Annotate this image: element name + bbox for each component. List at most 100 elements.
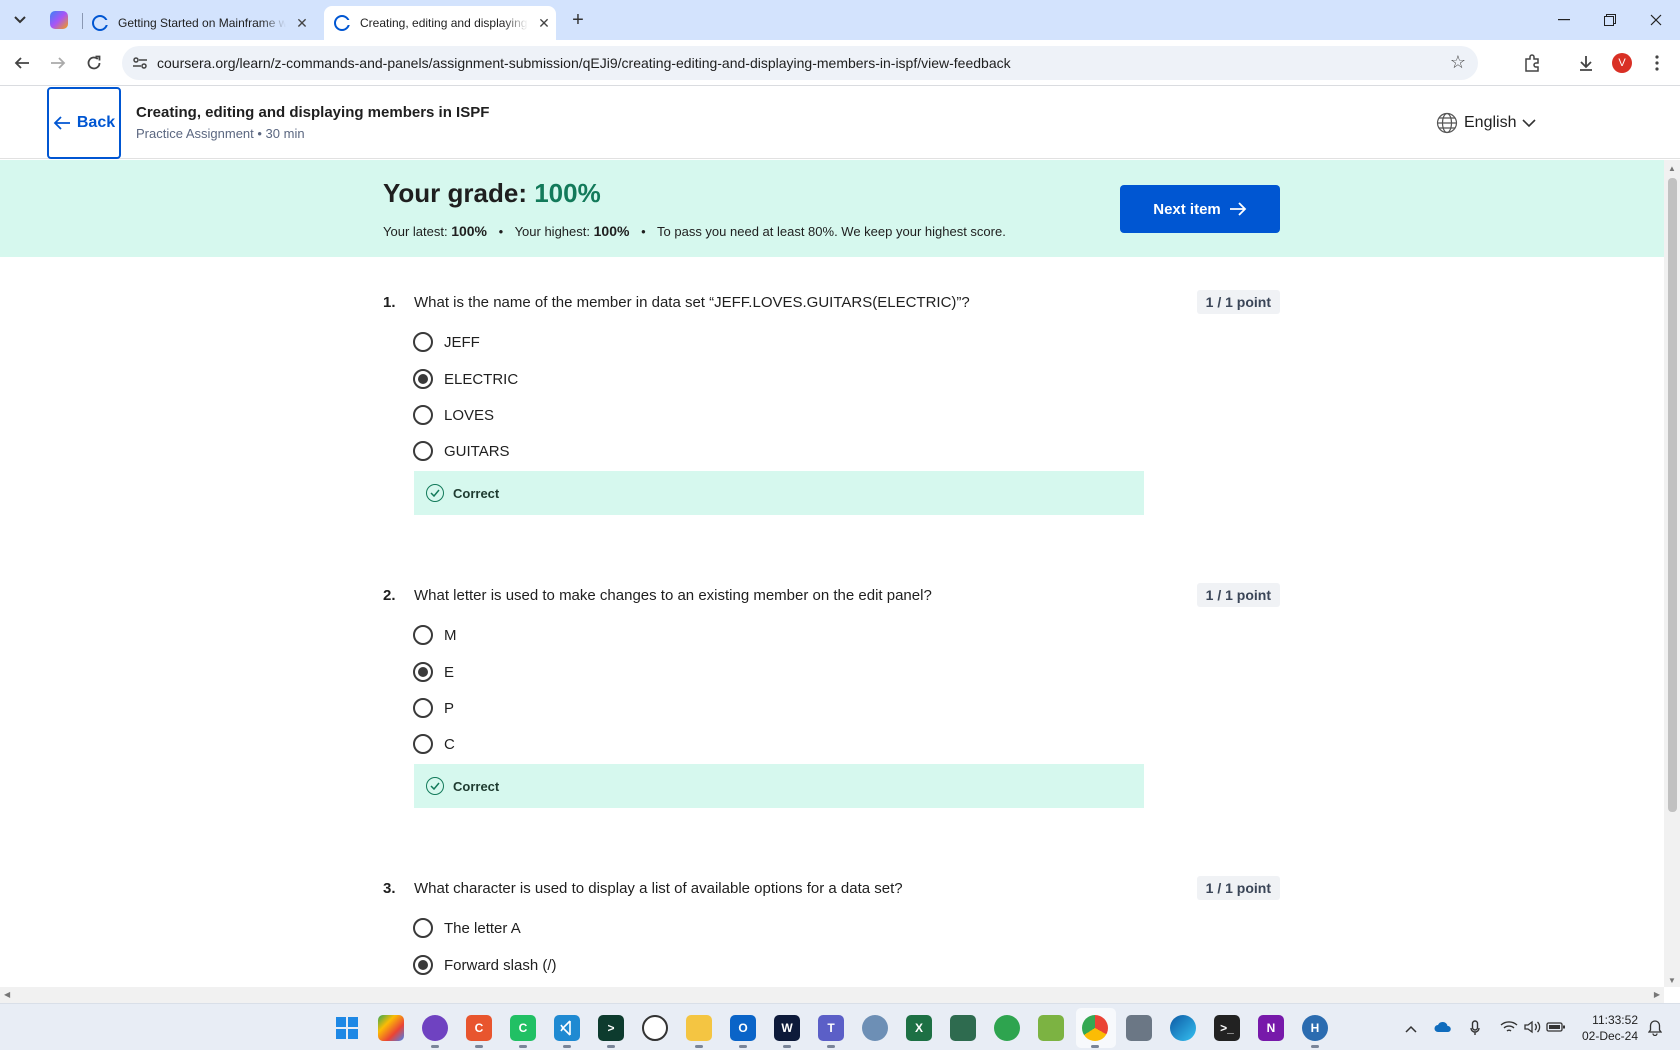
app-c-green-icon[interactable]: C xyxy=(510,1015,536,1048)
grade-details: Your latest: 100% • Your highest: 100% •… xyxy=(383,223,1006,239)
system-clock[interactable]: 11:33:52 02-Dec-24 xyxy=(1580,1012,1638,1044)
tray-chevron-up-icon[interactable] xyxy=(1405,1020,1417,1036)
radio-button-selected[interactable] xyxy=(413,662,433,682)
minimize-window-button[interactable] xyxy=(1544,6,1584,34)
radio-button[interactable] xyxy=(413,698,433,718)
reload-icon[interactable] xyxy=(82,51,106,75)
tab-close-icon[interactable]: ✕ xyxy=(294,15,310,31)
downloads-icon[interactable] xyxy=(1575,52,1597,74)
language-selector[interactable]: English xyxy=(1436,112,1537,134)
vscode-icon[interactable] xyxy=(554,1015,580,1048)
edge-icon[interactable] xyxy=(1170,1015,1196,1041)
grade-heading: Your grade: 100% xyxy=(383,178,601,209)
extensions-icon[interactable] xyxy=(1521,52,1543,74)
microphone-icon[interactable] xyxy=(1470,1020,1480,1039)
scroll-up-icon[interactable]: ▲ xyxy=(1668,164,1676,173)
tab-creating-editing[interactable]: Creating, editing and displaying ✕ xyxy=(324,6,556,40)
option-forward-slash[interactable]: Forward slash (/) xyxy=(413,953,557,977)
option-p[interactable]: P xyxy=(413,696,454,720)
forward-arrow-icon[interactable] xyxy=(46,51,70,75)
close-window-button[interactable] xyxy=(1636,6,1676,34)
check-circle-icon xyxy=(426,484,444,502)
app-h-icon[interactable]: H xyxy=(1302,1015,1328,1048)
outlook-icon[interactable]: O xyxy=(730,1015,756,1048)
option-e[interactable]: E xyxy=(413,660,454,684)
calculator-icon[interactable] xyxy=(1126,1015,1152,1041)
option-label: ELECTRIC xyxy=(444,370,519,388)
option-label: JEFF xyxy=(444,333,480,351)
terminal-green-icon[interactable]: > xyxy=(598,1015,624,1048)
clock-time: 11:33:52 xyxy=(1592,1013,1638,1027)
chrome-icon[interactable] xyxy=(1082,1015,1108,1048)
chevron-down-icon xyxy=(1522,118,1537,127)
excel-icon[interactable]: X xyxy=(906,1015,932,1041)
next-item-button[interactable]: Next item xyxy=(1120,185,1280,233)
app-globe-icon[interactable] xyxy=(862,1015,888,1041)
option-loves[interactable]: LOVES xyxy=(413,403,494,427)
vertical-scrollbar[interactable]: ▲ ▼ xyxy=(1664,160,1680,987)
windows-start-icon[interactable] xyxy=(334,1015,360,1041)
back-label: Back xyxy=(76,114,116,131)
github-desktop-icon[interactable] xyxy=(422,1015,448,1048)
copilot-pinned-tab-icon[interactable] xyxy=(50,11,68,29)
radio-button[interactable] xyxy=(413,441,433,461)
bookmark-star-icon[interactable]: ☆ xyxy=(1450,52,1466,73)
radio-button[interactable] xyxy=(413,405,433,425)
tab-search-button[interactable] xyxy=(8,8,32,32)
app-green-globe-icon[interactable] xyxy=(994,1015,1020,1041)
question-number: 2. xyxy=(383,587,396,604)
new-tab-button[interactable]: + xyxy=(566,8,590,32)
option-label: P xyxy=(444,699,455,717)
address-bar[interactable]: coursera.org/learn/z-commands-and-panels… xyxy=(122,46,1478,80)
latest-label: Your latest: xyxy=(383,224,448,239)
radio-button[interactable] xyxy=(413,625,433,645)
scrollbar-thumb[interactable] xyxy=(1668,178,1677,812)
photos-icon[interactable] xyxy=(950,1015,976,1041)
back-button[interactable]: Back xyxy=(47,87,121,159)
option-label: The letter A xyxy=(444,919,521,937)
question-text: What character is used to display a list… xyxy=(414,880,903,897)
back-arrow-icon[interactable] xyxy=(10,51,34,75)
option-m[interactable]: M xyxy=(413,623,457,647)
file-explorer-icon[interactable] xyxy=(686,1015,712,1048)
windows-taskbar: C C > O W T X >_ N H 11:33:52 02-Dec-24 xyxy=(0,1003,1680,1050)
option-c[interactable]: C xyxy=(413,732,455,756)
copilot-app-icon[interactable] xyxy=(378,1015,404,1041)
option-letter-a[interactable]: The letter A xyxy=(413,916,521,940)
obs-icon[interactable] xyxy=(642,1015,668,1041)
onedrive-icon[interactable] xyxy=(1434,1020,1452,1036)
notifications-icon[interactable] xyxy=(1647,1020,1663,1039)
radio-button-selected[interactable] xyxy=(413,955,433,975)
profile-avatar[interactable]: V xyxy=(1612,53,1632,73)
browser-menu-icon[interactable] xyxy=(1646,52,1668,74)
notepad-icon[interactable] xyxy=(1038,1015,1064,1041)
scroll-left-icon[interactable]: ◀ xyxy=(4,990,10,999)
scroll-right-icon[interactable]: ▶ xyxy=(1654,990,1660,999)
radio-button[interactable] xyxy=(413,734,433,754)
battery-icon[interactable] xyxy=(1546,1020,1566,1036)
language-label: English xyxy=(1464,114,1517,131)
site-settings-icon[interactable] xyxy=(132,55,148,71)
horizontal-scrollbar[interactable]: ◀ ▶ xyxy=(0,987,1664,1003)
app-c-orange-icon[interactable]: C xyxy=(466,1015,492,1048)
onenote-icon[interactable]: N xyxy=(1258,1015,1284,1041)
command-prompt-icon[interactable]: >_ xyxy=(1214,1015,1240,1041)
browser-tab-strip: Getting Started on Mainframe w ✕ Creatin… xyxy=(0,0,1680,40)
scroll-down-icon[interactable]: ▼ xyxy=(1668,976,1676,985)
radio-button[interactable] xyxy=(413,918,433,938)
tab-getting-started[interactable]: Getting Started on Mainframe w ✕ xyxy=(92,6,310,40)
quiz-feedback-content: 1. What is the name of the member in dat… xyxy=(0,257,1664,987)
option-jeff[interactable]: JEFF xyxy=(413,330,480,354)
points-badge: 1 / 1 point xyxy=(1196,583,1280,607)
option-guitars[interactable]: GUITARS xyxy=(413,439,510,463)
webex-icon[interactable]: W xyxy=(774,1015,800,1048)
wifi-icon[interactable] xyxy=(1500,1020,1518,1037)
radio-button-selected[interactable] xyxy=(413,369,433,389)
volume-icon[interactable] xyxy=(1524,1020,1542,1037)
feedback-correct: Correct xyxy=(414,471,1144,515)
radio-button[interactable] xyxy=(413,332,433,352)
tab-close-icon[interactable]: ✕ xyxy=(536,15,552,31)
teams-icon[interactable]: T xyxy=(818,1015,844,1048)
restore-window-button[interactable] xyxy=(1590,6,1630,34)
option-electric[interactable]: ELECTRIC xyxy=(413,367,518,391)
